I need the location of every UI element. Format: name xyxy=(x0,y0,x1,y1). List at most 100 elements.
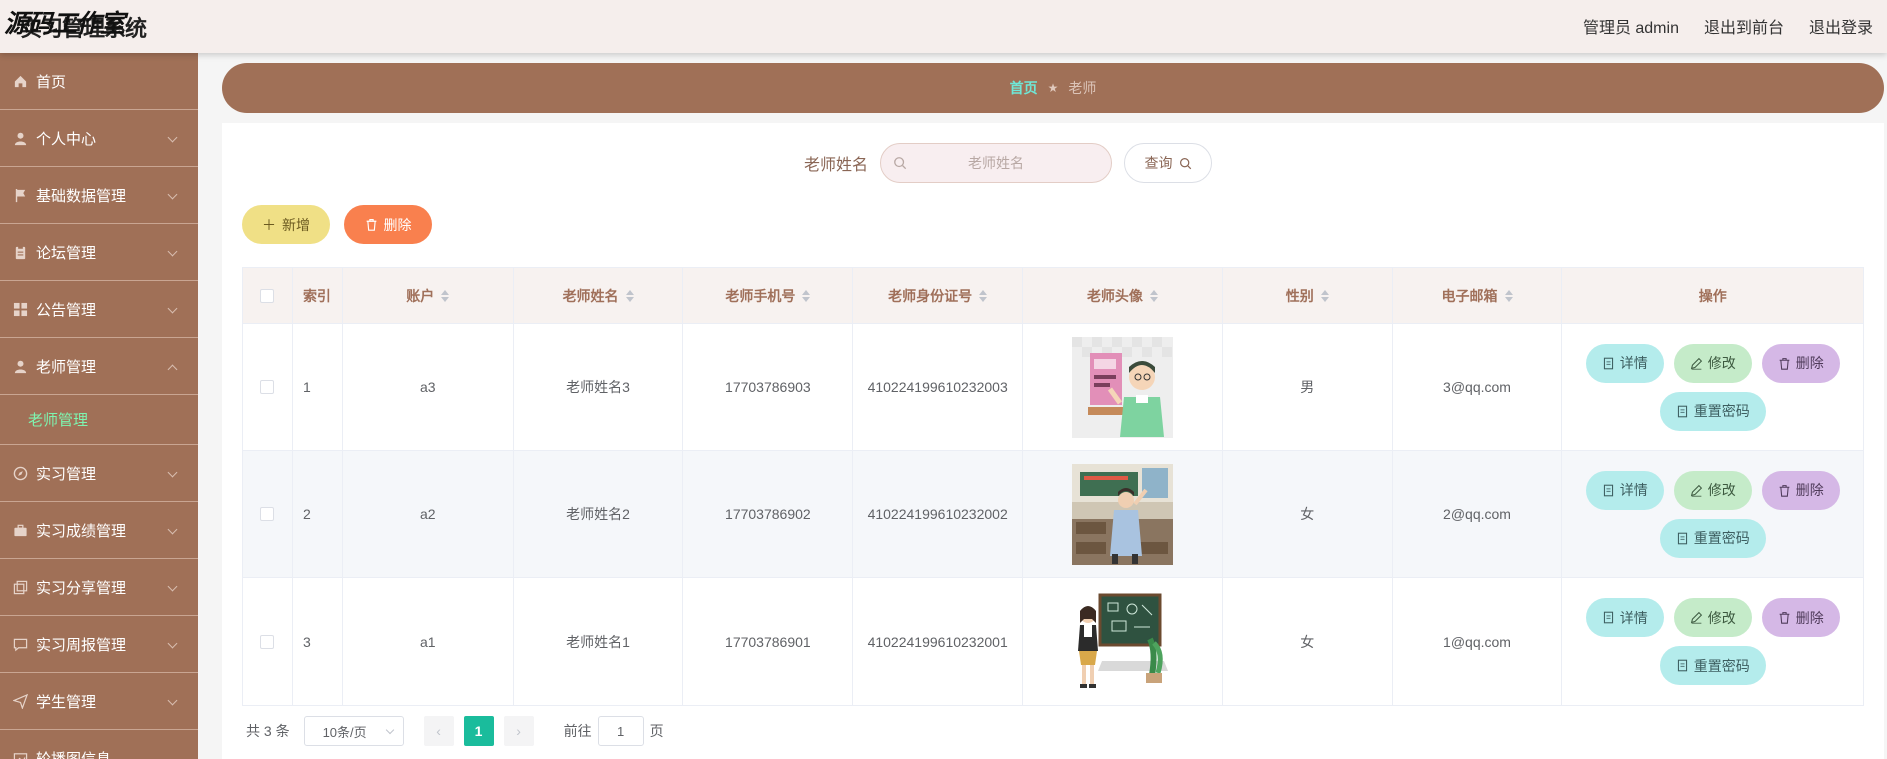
sidebar-item-internship[interactable]: 实习管理 xyxy=(0,445,198,502)
detail-button[interactable]: 详情 xyxy=(1585,470,1664,510)
add-button[interactable]: ＋ 新增 xyxy=(242,205,330,244)
reset-password-button[interactable]: 重置密码 xyxy=(1659,391,1766,431)
batch-delete-button[interactable]: 删除 xyxy=(344,205,432,244)
breadcrumb: 首页 ★ 老师 xyxy=(222,63,1884,113)
clipboard-icon xyxy=(12,244,28,260)
sort-icon[interactable] xyxy=(979,289,988,302)
compass-icon xyxy=(12,465,28,481)
sidebar-item-home[interactable]: 首页 xyxy=(0,53,198,110)
row-checkbox[interactable] xyxy=(260,634,275,649)
cell-phone: 17703786902 xyxy=(683,451,854,577)
sort-icon[interactable] xyxy=(1320,289,1329,302)
col-phone[interactable]: 老师手机号 xyxy=(683,268,854,323)
breadcrumb-home[interactable]: 首页 xyxy=(1010,78,1038,98)
cell-phone: 17703786903 xyxy=(683,324,854,450)
teacher-table: 索引 账户 老师姓名 老师手机号 老师身份证号 老师头像 性别 电子邮箱 操作 … xyxy=(242,267,1864,706)
delete-button[interactable]: 删除 xyxy=(1761,343,1840,383)
edit-button[interactable]: 修改 xyxy=(1673,470,1752,510)
edit-label: 修改 xyxy=(1707,355,1736,371)
cell-gender: 女 xyxy=(1223,451,1393,577)
main-panel: 老师姓名 查询 ＋ 新增 删除 索引 账户 老师姓名 老师手机号 老师身份证号 … xyxy=(222,123,1884,759)
edit-button[interactable]: 修改 xyxy=(1673,598,1752,637)
cell-index: 2 xyxy=(293,451,343,577)
col-ops-label: 操作 xyxy=(1698,287,1727,304)
reset-password-button[interactable]: 重置密码 xyxy=(1659,518,1766,558)
cell-avatar xyxy=(1023,578,1223,705)
admin-label: 管理员 admin xyxy=(1582,20,1679,37)
sort-icon[interactable] xyxy=(1149,289,1158,302)
detail-button[interactable]: 详情 xyxy=(1585,598,1664,637)
row-checkbox-cell xyxy=(243,451,293,577)
sidebar-item-label: 轮播图信息 xyxy=(36,750,112,759)
delete-button[interactable]: 删除 xyxy=(1761,598,1840,637)
header-checkbox-cell xyxy=(243,268,293,323)
sort-icon[interactable] xyxy=(625,289,634,302)
cell-name: 老师姓名1 xyxy=(514,578,684,705)
sidebar: 首页 个人中心 基础数据管理 论坛管理 公告管理 老师管理 老师管理 实习管理 … xyxy=(0,53,198,759)
table-row: 3 a1 老师姓名1 17703786901 41022419961023200… xyxy=(243,578,1863,705)
col-index: 索引 xyxy=(293,268,343,323)
cell-avatar xyxy=(1023,451,1223,577)
cell-id-card: 410224199610232002 xyxy=(853,451,1024,577)
sidebar-item-label: 个人中心 xyxy=(36,130,97,148)
row-checkbox[interactable] xyxy=(260,380,275,394)
sort-icon[interactable] xyxy=(441,289,450,302)
plus-icon: ＋ xyxy=(262,216,276,233)
select-all-checkbox[interactable] xyxy=(260,288,275,303)
goto-prefix: 前往 xyxy=(563,723,592,739)
detail-button[interactable]: 详情 xyxy=(1585,343,1664,383)
sidebar-item-internship-score[interactable]: 实习成绩管理 xyxy=(0,502,198,559)
avatar-image[interactable] xyxy=(1071,463,1173,565)
sidebar-item-personal-center[interactable]: 个人中心 xyxy=(0,110,198,167)
action-bar: ＋ 新增 删除 xyxy=(242,205,432,244)
next-page-button[interactable]: › xyxy=(503,716,534,746)
query-button[interactable]: 查询 xyxy=(1124,143,1212,183)
col-id-card[interactable]: 老师身份证号 xyxy=(853,268,1024,323)
chevron-left-icon: ‹ xyxy=(436,723,441,739)
delete-button[interactable]: 删除 xyxy=(1761,470,1840,510)
sidebar-item-weekly-report[interactable]: 实习周报管理 xyxy=(0,616,198,673)
col-avatar[interactable]: 老师头像 xyxy=(1023,268,1223,323)
search-input[interactable] xyxy=(881,155,1111,171)
sort-icon[interactable] xyxy=(1504,289,1513,302)
col-name[interactable]: 老师姓名 xyxy=(514,268,684,323)
chevron-down-icon xyxy=(167,524,178,535)
row-checkbox[interactable] xyxy=(260,507,275,521)
col-account[interactable]: 账户 xyxy=(343,268,514,323)
sidebar-subitem-teacher-manage[interactable]: 老师管理 xyxy=(0,395,198,445)
edit-icon xyxy=(1690,484,1702,497)
sidebar-item-student[interactable]: 学生管理 xyxy=(0,673,198,730)
trash-icon xyxy=(1779,612,1790,624)
edit-icon xyxy=(1690,611,1702,624)
cell-email: 3@qq.com xyxy=(1393,324,1563,450)
sort-icon[interactable] xyxy=(802,289,811,302)
col-email[interactable]: 电子邮箱 xyxy=(1393,268,1563,323)
star-icon: ★ xyxy=(1047,81,1059,95)
chevron-down-icon xyxy=(167,246,178,257)
reset-label: 重置密码 xyxy=(1693,657,1750,674)
avatar-image[interactable] xyxy=(1071,591,1173,692)
logout-link[interactable]: 退出登录 xyxy=(1809,14,1873,38)
sidebar-item-teacher[interactable]: 老师管理 xyxy=(0,338,198,395)
reset-password-button[interactable]: 重置密码 xyxy=(1659,646,1766,685)
row-actions: 详情 修改 删除 重置密码 xyxy=(1578,343,1848,431)
page-size-select[interactable]: 10条/页 xyxy=(303,716,404,746)
avatar-image[interactable] xyxy=(1071,336,1173,438)
edit-button[interactable]: 修改 xyxy=(1673,343,1752,383)
page-number-current[interactable]: 1 xyxy=(463,716,494,746)
goto-page-input[interactable] xyxy=(597,716,644,746)
back-to-front-link[interactable]: 退出到前台 xyxy=(1704,14,1784,38)
prev-page-button[interactable]: ‹ xyxy=(423,716,454,746)
sidebar-item-internship-share[interactable]: 实习分享管理 xyxy=(0,559,198,616)
document-icon xyxy=(1603,611,1613,624)
sidebar-item-forum[interactable]: 论坛管理 xyxy=(0,224,198,281)
goto-page: 前往 页 xyxy=(564,716,664,746)
sidebar-item-label: 实习成绩管理 xyxy=(36,522,127,540)
col-gender[interactable]: 性别 xyxy=(1223,268,1393,323)
col-ops: 操作 xyxy=(1562,268,1863,323)
chevron-down-icon xyxy=(167,638,178,649)
sidebar-item-notice[interactable]: 公告管理 xyxy=(0,281,198,338)
sidebar-item-carousel[interactable]: 轮播图信息 xyxy=(0,730,198,759)
user-icon xyxy=(12,130,28,146)
sidebar-item-basic-data[interactable]: 基础数据管理 xyxy=(0,167,198,224)
